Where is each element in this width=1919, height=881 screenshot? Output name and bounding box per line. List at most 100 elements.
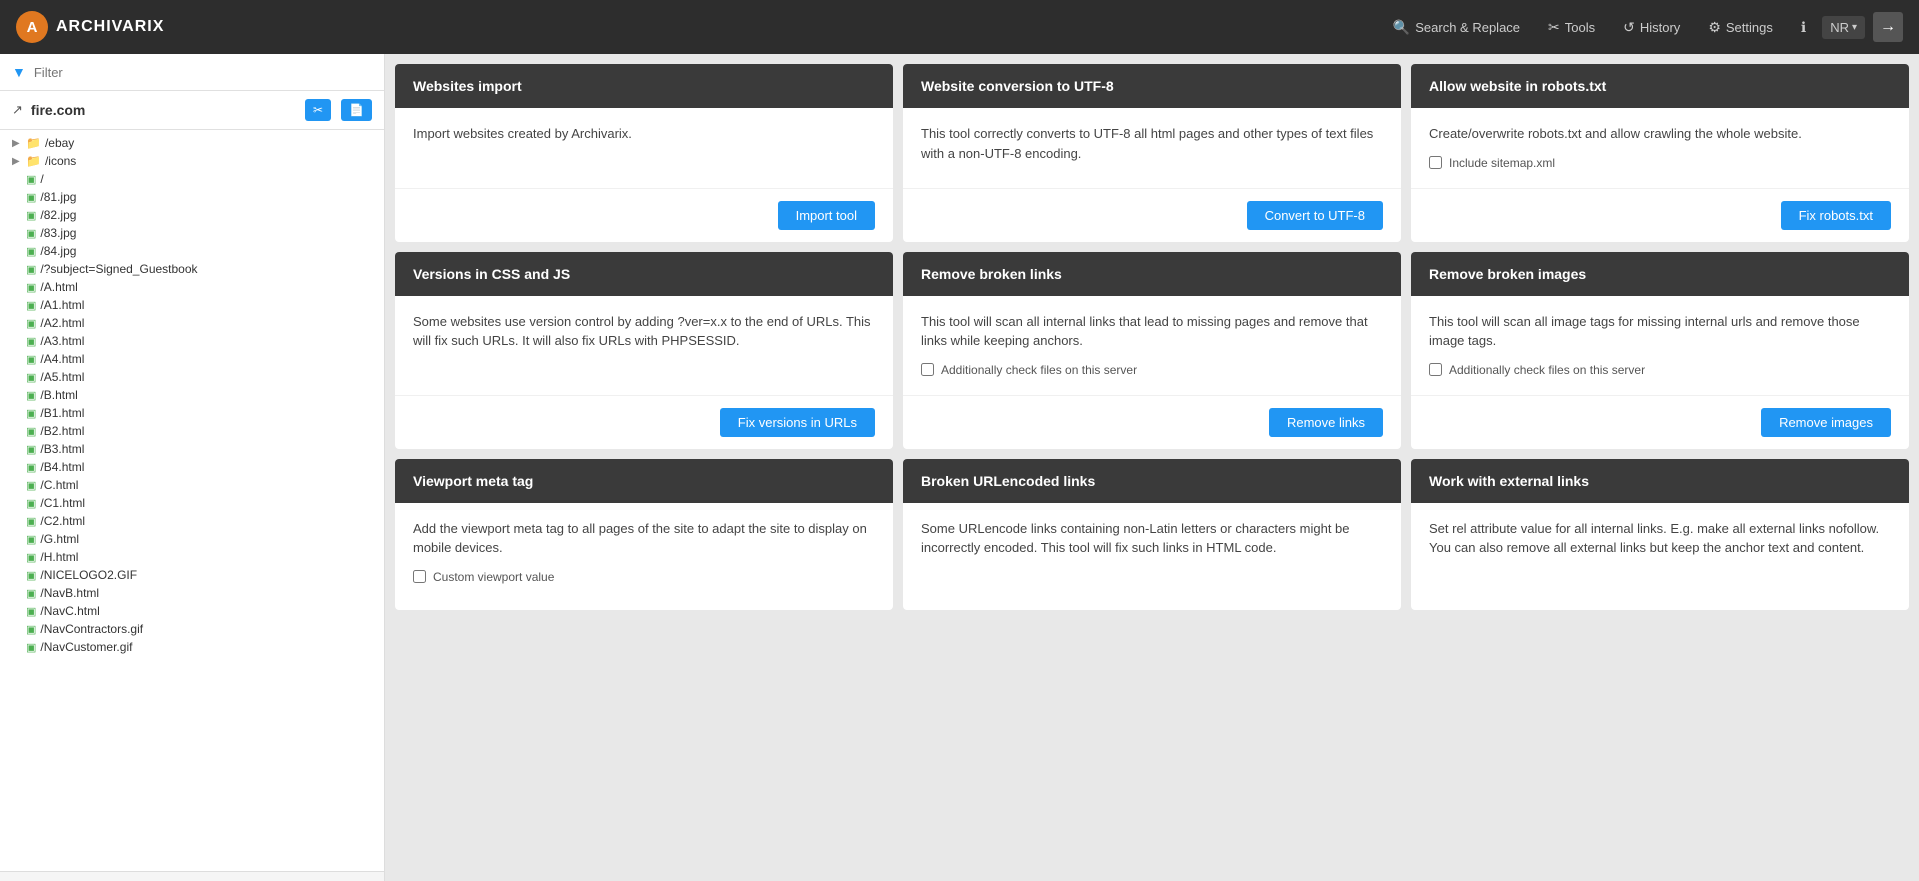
checkbox-include-sitemap[interactable] bbox=[1429, 156, 1442, 169]
file-name: /A2.html bbox=[40, 316, 84, 330]
info-icon: ℹ bbox=[1801, 19, 1806, 36]
action-button-versions-css-js[interactable]: Fix versions in URLs bbox=[720, 408, 875, 437]
page-icon: ▣ bbox=[26, 623, 36, 636]
list-item[interactable]: ▣ /B2.html bbox=[0, 422, 384, 440]
file-list: ▶📁/ebay▶📁/icons▣/▣/81.jpg▣/82.jpg▣/83.jp… bbox=[0, 130, 384, 871]
card-remove-broken-links: Remove broken links This tool will scan … bbox=[903, 252, 1401, 449]
list-item[interactable]: ▣ /84.jpg bbox=[0, 242, 384, 260]
page-icon: ▣ bbox=[26, 443, 36, 456]
list-item[interactable]: ▶📁/ebay bbox=[0, 134, 384, 152]
main-layout: ▼ ↗ fire.com ✂ 📄 ▶📁/ebay▶📁/icons▣/▣/81.j… bbox=[0, 54, 1919, 881]
file-name: /B2.html bbox=[40, 424, 84, 438]
card-body-versions-css-js: Some websites use version control by add… bbox=[395, 296, 893, 395]
page-icon: ▣ bbox=[26, 245, 36, 258]
list-item[interactable]: ▣/H.html bbox=[0, 548, 384, 566]
list-item[interactable]: ▣/NavCustomer.gif bbox=[0, 638, 384, 656]
list-item[interactable]: ▣/?subject=Signed_Guestbook bbox=[0, 260, 384, 278]
list-item[interactable]: ▣ /C2.html bbox=[0, 512, 384, 530]
exit-button[interactable]: → bbox=[1873, 12, 1903, 42]
list-item[interactable]: ▣ /A2.html bbox=[0, 314, 384, 332]
list-item[interactable]: ▣/G.html bbox=[0, 530, 384, 548]
list-item[interactable]: ▣/A.html bbox=[0, 278, 384, 296]
site-btn-page[interactable]: 📄 bbox=[341, 99, 372, 121]
list-item[interactable]: ▣/83.jpg bbox=[0, 224, 384, 242]
list-item[interactable]: ▣/NICELOGO2.GIF bbox=[0, 566, 384, 584]
file-name: /B.html bbox=[40, 388, 77, 402]
nav-item-info[interactable]: ℹ bbox=[1789, 13, 1818, 42]
card-website-conversion-utf8: Website conversion to UTF-8 This tool co… bbox=[903, 64, 1401, 242]
horizontal-scrollbar[interactable] bbox=[0, 871, 384, 881]
list-item[interactable]: ▣/A3.html bbox=[0, 332, 384, 350]
tools-icon: ✂ bbox=[1548, 19, 1560, 36]
action-button-websites-import[interactable]: Import tool bbox=[778, 201, 875, 230]
sidebar: ▼ ↗ fire.com ✂ 📄 ▶📁/ebay▶📁/icons▣/▣/81.j… bbox=[0, 54, 385, 881]
card-broken-urlencoded-links: Broken URLencoded links Some URLencode l… bbox=[903, 459, 1401, 610]
page-icon: ▣ bbox=[26, 605, 36, 618]
list-item[interactable]: ▣/B4.html bbox=[0, 458, 384, 476]
list-item[interactable]: ▶📁/icons bbox=[0, 152, 384, 170]
list-item[interactable]: ▣/NavC.html bbox=[0, 602, 384, 620]
nav-item-tools-label: Tools bbox=[1565, 20, 1595, 35]
action-button-allow-robots[interactable]: Fix robots.txt bbox=[1781, 201, 1891, 230]
list-item[interactable]: ▣/81.jpg bbox=[0, 188, 384, 206]
checkbox-custom-viewport[interactable] bbox=[413, 570, 426, 583]
filter-input[interactable] bbox=[34, 65, 372, 80]
file-name: /?subject=Signed_Guestbook bbox=[40, 262, 197, 276]
dropdown-label: NR bbox=[1830, 20, 1849, 35]
logo-icon: A bbox=[16, 11, 48, 43]
page-icon: ▣ bbox=[26, 407, 36, 420]
action-button-website-conversion-utf8[interactable]: Convert to UTF-8 bbox=[1247, 201, 1383, 230]
checkbox-label-include-sitemap: Include sitemap.xml bbox=[1449, 154, 1555, 172]
card-header-work-external-links: Work with external links bbox=[1411, 459, 1909, 503]
list-item[interactable]: ▣/B.html bbox=[0, 386, 384, 404]
list-item[interactable]: ▣/A5.html bbox=[0, 368, 384, 386]
card-header-viewport-meta-tag: Viewport meta tag bbox=[395, 459, 893, 503]
site-btn-scissors[interactable]: ✂ bbox=[305, 99, 331, 121]
list-item[interactable]: ▣/NavContractors.gif bbox=[0, 620, 384, 638]
checkbox-check-files-images[interactable] bbox=[1429, 363, 1442, 376]
filter-icon: ▼ bbox=[12, 64, 26, 80]
folder-icon: 📁 bbox=[26, 154, 41, 168]
search-replace-icon: 🔍 bbox=[1393, 19, 1410, 36]
action-button-remove-broken-links[interactable]: Remove links bbox=[1269, 408, 1383, 437]
card-header-allow-robots: Allow website in robots.txt bbox=[1411, 64, 1909, 108]
action-button-remove-broken-images[interactable]: Remove images bbox=[1761, 408, 1891, 437]
list-item[interactable]: ▣/ bbox=[0, 170, 384, 188]
nav-item-settings[interactable]: ⚙ Settings bbox=[1696, 13, 1785, 42]
list-item[interactable]: ▣/NavB.html bbox=[0, 584, 384, 602]
card-body-website-conversion-utf8: This tool correctly converts to UTF-8 al… bbox=[903, 108, 1401, 188]
history-icon: ↺ bbox=[1623, 19, 1635, 36]
page-icon: ▣ bbox=[26, 515, 36, 528]
dropdown-trigger[interactable]: NR ▾ bbox=[1822, 16, 1865, 39]
card-body-viewport-meta-tag: Add the viewport meta tag to all pages o… bbox=[395, 503, 893, 602]
external-link-icon: ↗ bbox=[12, 102, 23, 118]
card-footer-remove-broken-links: Remove links bbox=[903, 395, 1401, 449]
card-footer-remove-broken-images: Remove images bbox=[1411, 395, 1909, 449]
list-item[interactable]: ▣/82.jpg bbox=[0, 206, 384, 224]
file-name: /83.jpg bbox=[40, 226, 76, 240]
nav-item-search-replace-label: Search & Replace bbox=[1415, 20, 1520, 35]
page-icon: ▣ bbox=[26, 425, 36, 438]
card-header-broken-urlencoded-links: Broken URLencoded links bbox=[903, 459, 1401, 503]
list-item[interactable]: ▣/B3.html bbox=[0, 440, 384, 458]
card-body-websites-import: Import websites created by Archivarix. bbox=[395, 108, 893, 188]
list-item[interactable]: ▣/A1.html bbox=[0, 296, 384, 314]
card-description-viewport-meta-tag: Add the viewport meta tag to all pages o… bbox=[413, 521, 867, 556]
checkbox-row-include-sitemap: Include sitemap.xml bbox=[1429, 154, 1891, 172]
list-item[interactable]: ▣/C1.html bbox=[0, 494, 384, 512]
page-icon: ▣ bbox=[26, 371, 36, 384]
list-item[interactable]: ▣/B1.html bbox=[0, 404, 384, 422]
card-body-allow-robots: Create/overwrite robots.txt and allow cr… bbox=[1411, 108, 1909, 188]
file-name: /C2.html bbox=[40, 514, 85, 528]
nav-item-tools[interactable]: ✂ Tools bbox=[1536, 13, 1607, 42]
page-icon: ▣ bbox=[26, 317, 36, 330]
list-item[interactable]: ▣/A4.html bbox=[0, 350, 384, 368]
file-name: /H.html bbox=[40, 550, 78, 564]
list-item[interactable]: ▣/C.html bbox=[0, 476, 384, 494]
file-name: /84.jpg bbox=[40, 244, 76, 258]
nav-item-search-replace[interactable]: 🔍 Search & Replace bbox=[1381, 13, 1532, 42]
site-header: ↗ fire.com ✂ 📄 bbox=[0, 91, 384, 130]
page-icon: ▣ bbox=[26, 533, 36, 546]
nav-item-history[interactable]: ↺ History bbox=[1611, 13, 1692, 42]
checkbox-check-files-links[interactable] bbox=[921, 363, 934, 376]
